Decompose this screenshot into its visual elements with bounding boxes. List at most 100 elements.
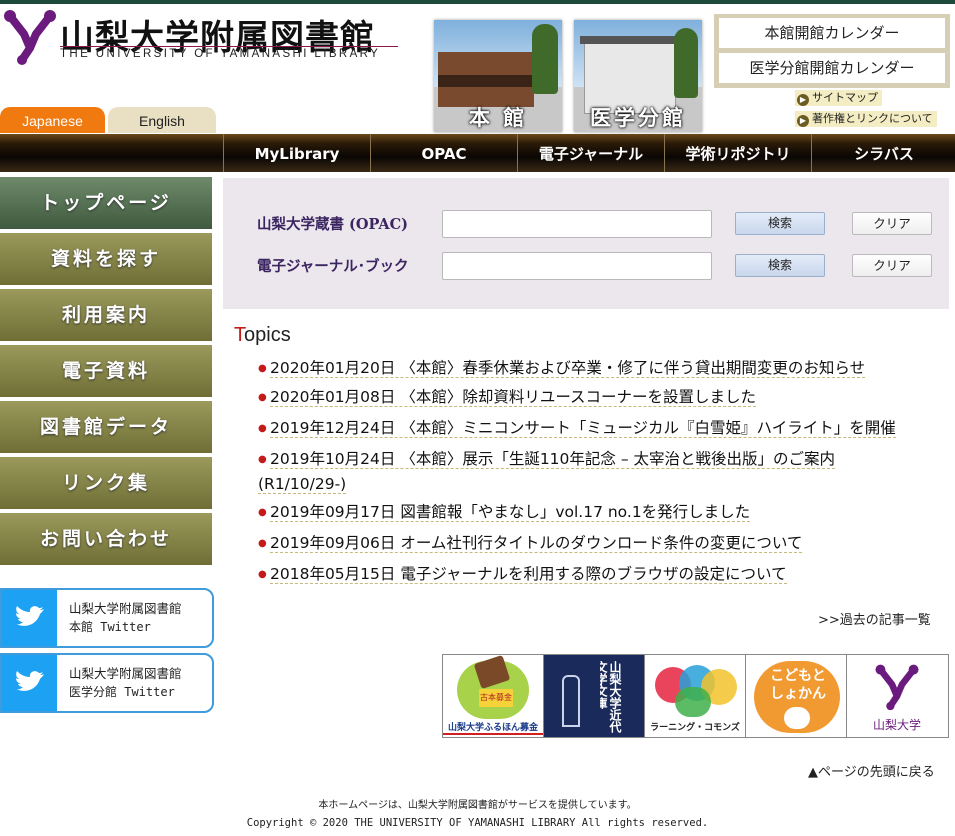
copyright-link-label: 著作権とリンクについて [812, 112, 933, 125]
page-top-link[interactable]: ▲ページの先頭に戻る [808, 761, 935, 780]
banner-kodomo-toshokan[interactable]: こどもとしょかん [746, 655, 847, 737]
banner-learning-commons[interactable]: ラーニング・コモンズ [645, 655, 746, 737]
opac-search-input[interactable] [442, 210, 712, 238]
topics-heading: Topics [234, 324, 291, 347]
site-logo[interactable]: 山梨大学附属図書館 THE UNIVERSITY OF YAMANASHI LI… [4, 8, 404, 68]
tab-english[interactable]: English [108, 107, 216, 133]
bullet-icon: ● [258, 423, 267, 434]
topic-text[interactable]: 2019年10月24日 〈本館〉展示「生誕110年記念 – 太宰治と戦後出版」の… [258, 450, 836, 494]
arrow-right-icon: ▶ [797, 115, 809, 127]
topic-item[interactable]: ● 2018年05月15日 電子ジャーナルを利用する際のブラウザの設定について [258, 562, 918, 587]
top-border [0, 0, 955, 4]
medical-building-roof [580, 36, 678, 44]
topic-item[interactable]: ● 2019年10月24日 〈本館〉展示「生誕110年記念 – 太宰治と戦後出版」… [258, 447, 908, 497]
twitter-main-line1: 山梨大学附属図書館 [69, 601, 182, 616]
logo-subtitle: THE UNIVERSITY OF YAMANASHI LIBRARY [60, 48, 381, 60]
twitter-med-line2: 医学分館 Twitter [69, 685, 175, 699]
bullet-icon: ● [258, 392, 267, 403]
university-logo-icon [4, 10, 56, 65]
arrow-right-icon: ▶ [797, 94, 809, 106]
topic-text[interactable]: 2019年09月06日 オーム社刊行タイトルのダウンロード条件の変更について [270, 534, 803, 553]
banner-commons-text: ラーニング・コモンズ [650, 723, 740, 733]
twitter-medical-text: 山梨大学附属図書館 医学分館 Twitter [69, 665, 182, 701]
main-building-windows [438, 75, 534, 87]
furuhon-badge: 古本募金 [479, 689, 513, 707]
ejournal-label: 電子ジャーナル･ブック [257, 258, 409, 275]
main-library-photo[interactable]: 本 館 [434, 20, 562, 132]
topic-item[interactable]: ● 2019年12月24日 〈本館〉ミニコンサート「ミュージカル『白雪姫』ハイライ… [258, 416, 918, 441]
medical-calendar-button[interactable]: 医学分館開館カレンダー [719, 53, 945, 83]
tree-shape [532, 24, 558, 94]
search-panel: 山梨大学蔵書 (OPAC) 検索 クリア 電子ジャーナル･ブック 検索 クリア [223, 178, 949, 309]
twitter-medical-link[interactable]: 山梨大学附属図書館 医学分館 Twitter [0, 653, 214, 713]
sidebar-item-data[interactable]: 図書館データ [0, 401, 212, 453]
topic-item[interactable]: ● 2019年09月17日 図書館報「やまなし」vol.17 no.1を発行しまし… [258, 500, 918, 525]
banner-kodomo-text: こどもとしょかん [770, 668, 826, 702]
logo-divider [60, 46, 398, 47]
topic-text[interactable]: 2019年09月17日 図書館報「やまなし」vol.17 no.1を発行しました [270, 503, 751, 522]
past-articles-link[interactable]: >>過去の記事一覧 [818, 609, 931, 628]
bullet-icon: ● [258, 363, 267, 374]
banner-kindai-text: 山梨大学近代文学文庫 [600, 661, 622, 733]
ejournal-search-input[interactable] [442, 252, 712, 280]
medical-library-photo[interactable]: 医学分館 [574, 20, 702, 132]
copyright-link[interactable]: ▶ 著作権とリンクについて [795, 111, 937, 127]
sidebar-item-contact[interactable]: お問い合わせ [0, 513, 212, 565]
opac-clear-button[interactable]: クリア [852, 212, 932, 235]
topics-heading-initial: T [234, 324, 244, 346]
bullet-icon: ● [258, 507, 267, 518]
photo-caption-medical: 医学分館 [590, 105, 686, 130]
main-calendar-button[interactable]: 本館開館カレンダー [719, 18, 945, 48]
twitter-main-line2: 本館 Twitter [69, 620, 151, 634]
sidebar-item-guide[interactable]: 利用案内 [0, 289, 212, 341]
sidebar-item-top[interactable]: トップページ [0, 177, 212, 229]
circle-green [675, 687, 711, 717]
rabbit-icon [784, 707, 810, 729]
twitter-med-line1: 山梨大学附属図書館 [69, 666, 182, 681]
nav-ejournal[interactable]: 電子ジャーナル [517, 134, 664, 172]
sitemap-label: サイトマップ [812, 91, 878, 104]
nav-opac[interactable]: OPAC [370, 134, 517, 172]
nav-syllabus[interactable]: シラバス [811, 134, 955, 172]
footer-service-text: 本ホームページは、山梨大学附属図書館がサービスを提供しています。 [318, 800, 637, 811]
bullet-icon: ● [258, 538, 267, 549]
ejournal-clear-button[interactable]: クリア [852, 254, 932, 277]
sitemap-link[interactable]: ▶ サイトマップ [795, 90, 882, 106]
topic-text[interactable]: 2018年05月15日 電子ジャーナルを利用する際のブラウザの設定について [270, 565, 787, 584]
sidebar-item-search[interactable]: 資料を探す [0, 233, 212, 285]
banner-kindai-bunko[interactable]: 山梨大学近代文学文庫 [544, 655, 645, 737]
topic-item[interactable]: ● 2020年01月20日 〈本館〉春季休業および卒業・修了に伴う貸出期間変更のお… [258, 356, 918, 381]
photo-caption-main: 本 館 [468, 105, 528, 130]
topic-text[interactable]: 2019年12月24日 〈本館〉ミニコンサート「ミュージカル『白雪姫』ハイライト… [270, 419, 896, 438]
twitter-bird-icon [2, 590, 57, 646]
banner-furuhon-text: 山梨大学ふるほん募金 [443, 720, 543, 735]
topic-item[interactable]: ● 2020年01月08日 〈本館〉除却資料リユースコーナーを設置しました [258, 385, 918, 410]
sidebar-item-eresources[interactable]: 電子資料 [0, 345, 212, 397]
bullet-icon: ● [258, 569, 267, 580]
tab-japanese[interactable]: Japanese [0, 107, 105, 133]
twitter-main-text: 山梨大学附属図書館 本館 Twitter [69, 600, 182, 636]
main-nav: MyLibrary OPAC 電子ジャーナル 学術リポジトリ シラバス [0, 134, 955, 172]
calendar-box: 本館開館カレンダー 医学分館開館カレンダー [714, 14, 950, 88]
twitter-bird-icon [2, 655, 57, 711]
bullet-icon: ● [258, 454, 267, 465]
banner-yamanashi-univ[interactable]: 山梨大学 [847, 655, 947, 737]
tree-shape [674, 28, 698, 98]
topic-item[interactable]: ● 2019年09月06日 オーム社刊行タイトルのダウンロード条件の変更について [258, 531, 918, 556]
topics-heading-rest: opics [244, 324, 291, 346]
opac-search-button[interactable]: 検索 [735, 212, 825, 235]
lamp-icon [562, 675, 580, 727]
twitter-main-link[interactable]: 山梨大学附属図書館 本館 Twitter [0, 588, 214, 648]
university-logo-icon [875, 664, 919, 711]
banner-furuhon[interactable]: 古本募金 山梨大学ふるほん募金 [443, 655, 544, 737]
nav-mylibrary[interactable]: MyLibrary [223, 134, 370, 172]
opac-label: 山梨大学蔵書 (OPAC) [257, 216, 409, 233]
sidebar-item-links[interactable]: リンク集 [0, 457, 212, 509]
banner-strip: 古本募金 山梨大学ふるほん募金 山梨大学近代文学文庫 ラーニング・コモンズ こど… [442, 654, 949, 738]
nav-repository[interactable]: 学術リポジトリ [664, 134, 811, 172]
footer-copyright: Copyright © 2020 THE UNIVERSITY OF YAMAN… [246, 817, 709, 829]
banner-univ-text: 山梨大学 [872, 718, 921, 732]
topic-text[interactable]: 2020年01月20日 〈本館〉春季休業および卒業・修了に伴う貸出期間変更のお知… [270, 359, 866, 378]
ejournal-search-button[interactable]: 検索 [735, 254, 825, 277]
topic-text[interactable]: 2020年01月08日 〈本館〉除却資料リユースコーナーを設置しました [270, 388, 757, 407]
